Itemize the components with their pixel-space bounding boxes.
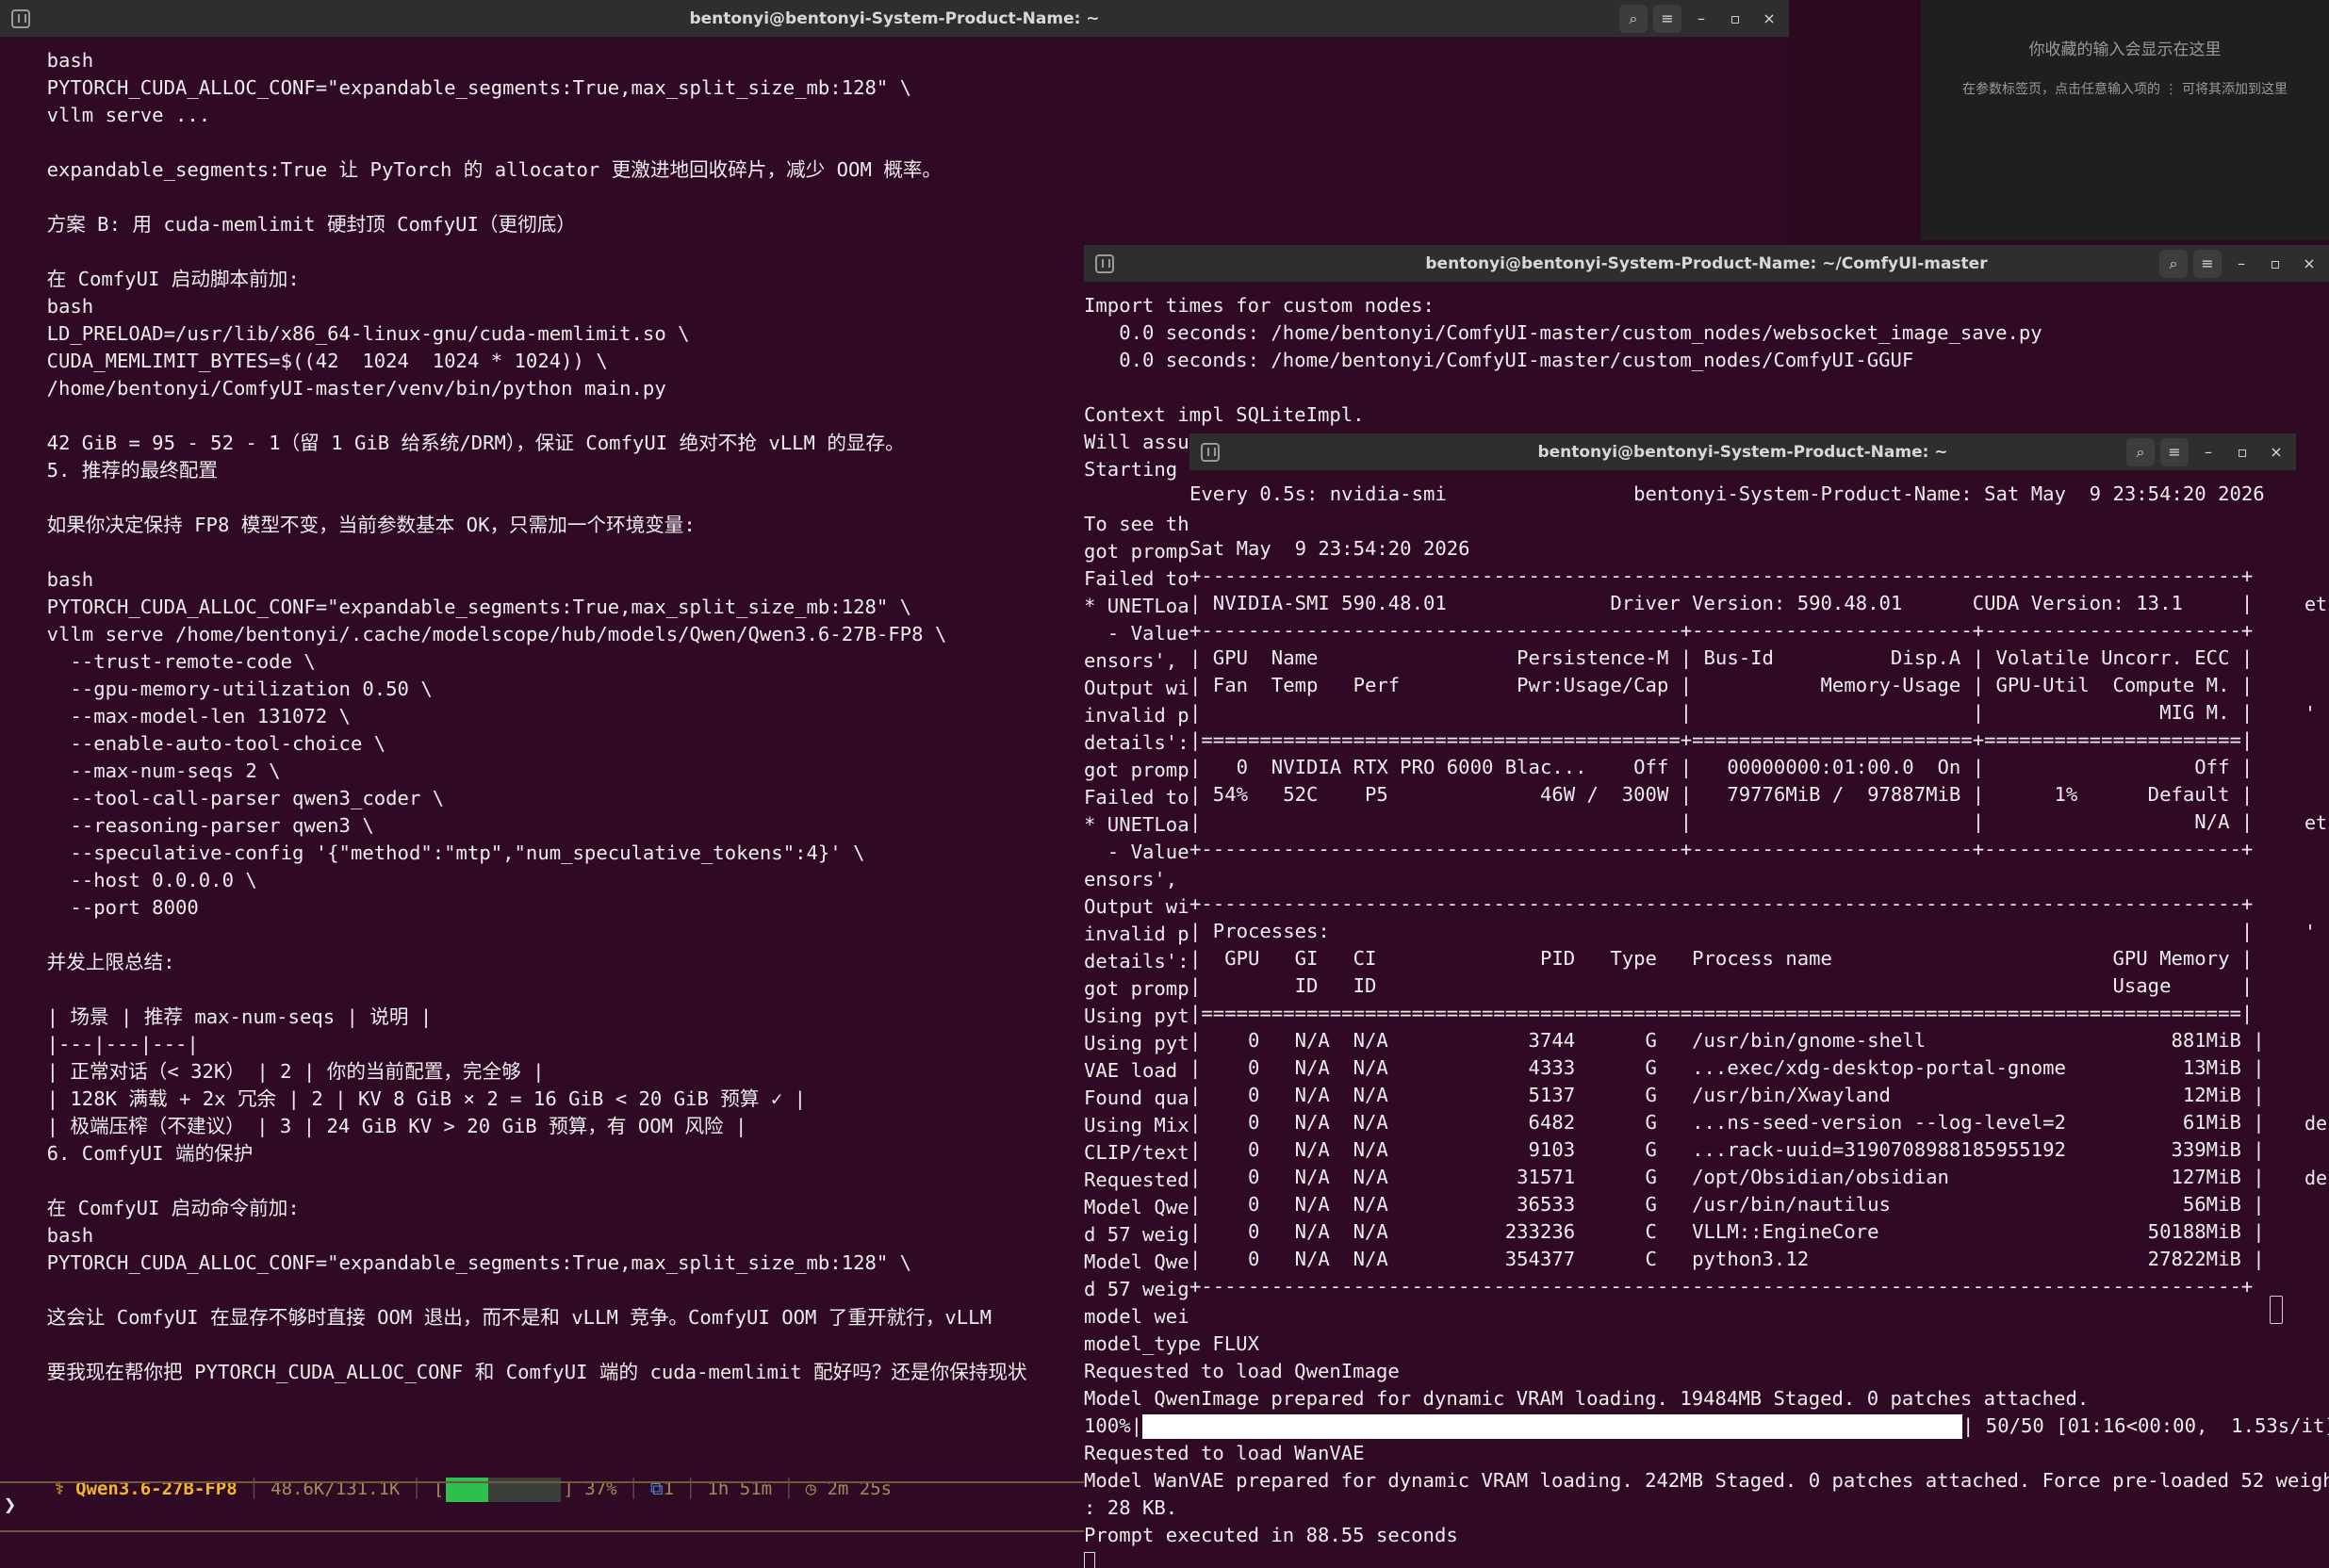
terminal-line: +---------------------------------------… — [1189, 838, 2254, 860]
terminal-line: | 0 N/A N/A 233236 C VLLM::EngineCore 50… — [1189, 1220, 2265, 1243]
context-percent: 37% — [584, 1478, 617, 1499]
elapsed-time: 2m 25s — [827, 1478, 893, 1499]
terminal-line: Every 0.5s: nvidia-smi bentonyi-System-P… — [1189, 482, 2265, 505]
favorites-panel: 你收藏的输入会显示在这里 在参数标签页，点击任意输入项的 ⋮ 可将其添加到这里 — [1921, 0, 2329, 240]
terminal-line: 0.0 seconds: /home/bentonyi/ComfyUI-mast… — [1084, 349, 1914, 371]
menu-icon[interactable]: ≡ — [2193, 250, 2222, 278]
terminal-line: | 54% 52C P5 46W / 300W | 79776MiB / 978… — [1189, 783, 2254, 806]
terminal-line: Import times for custom nodes: — [1084, 294, 1435, 317]
divider — [0, 1530, 1093, 1532]
close-button[interactable]: × — [2295, 250, 2323, 278]
clipped-char: ' — [2304, 702, 2317, 725]
clipped-char: et — [2304, 811, 2328, 834]
window-title: bentonyi@bentonyi-System-Product-Name: ~… — [1425, 254, 1988, 273]
favorites-empty-title: 你收藏的输入会显示在这里 — [2028, 41, 2222, 59]
scroll-indicator[interactable] — [2270, 1296, 2283, 1324]
terminal-line: | 0 N/A N/A 31571 G /opt/Obsidian/obsidi… — [1189, 1166, 2265, 1188]
terminal-line: 方案 B: 用 cuda-memlimit 硬封顶 ComfyUI（更彻底） — [0, 213, 576, 236]
terminal-line: PYTORCH_CUDA_ALLOC_CONF="expandable_segm… — [0, 76, 912, 99]
terminal-line: | | | N/A | — [1189, 810, 2254, 833]
title-bar[interactable]: bentonyi@bentonyi-System-Product-Name: ~… — [0, 0, 1789, 38]
terminal-line: |=======================================… — [1189, 1002, 2254, 1024]
clipped-char: de — [2304, 1112, 2328, 1135]
terminal-line: | | | MIG M. | — [1189, 701, 2254, 724]
terminal-line: Requested to load QwenImage — [1084, 1360, 1400, 1382]
maximize-button[interactable]: ▫ — [2261, 250, 2289, 278]
terminal-line: : 28 KB. — [1084, 1496, 1178, 1519]
terminal-line: | 0 N/A N/A 36533 G /usr/bin/nautilus 56… — [1189, 1193, 2265, 1216]
clipped-char: ' — [2304, 921, 2317, 943]
terminal-line: 0.0 seconds: /home/bentonyi/ComfyUI-mast… — [1084, 321, 2042, 344]
terminal-line: | 0 N/A N/A 3744 G /usr/bin/gnome-shell … — [1189, 1029, 2265, 1052]
terminal-line: | Fan Temp Perf Pwr:Usage/Cap | Memory-U… — [1189, 674, 2254, 696]
terminal-line: Model QwenImage prepared for dynamic VRA… — [1084, 1387, 2090, 1410]
close-button[interactable]: × — [2262, 438, 2290, 466]
task-count: 1 — [663, 1478, 675, 1499]
token-count: 48.6K/131.1K — [271, 1478, 401, 1499]
terminal-line: Prompt executed in 88.55 seconds — [1084, 1524, 1458, 1546]
terminal-line: bash — [0, 49, 94, 72]
terminal-line: | 0 N/A N/A 5137 G /usr/bin/Xwayland 12M… — [1189, 1084, 2265, 1106]
terminal-line: | GPU GI CI PID Type Process name GPU Me… — [1189, 947, 2254, 970]
terminal-line: | GPU Name Persistence-M | Bus-Id Disp.A… — [1189, 646, 2254, 669]
progress-suffix: | 50/50 [01:16<00:00, 1.53s/it] — [1962, 1414, 2329, 1437]
progress-line: 100%| | 50/50 [01:16<00:00, 1.53s/it] — [1084, 1413, 2329, 1440]
search-icon[interactable]: ⌕ — [1619, 5, 1648, 33]
terminal-line: | 0 N/A N/A 6482 G ...ns-seed-version --… — [1189, 1111, 2265, 1134]
terminal-window-nvidia-smi[interactable]: bentonyi@bentonyi-System-Product-Name: ~… — [1189, 433, 2296, 1329]
maximize-button[interactable]: ▫ — [2228, 438, 2256, 466]
terminal-line: |=======================================… — [1189, 728, 2254, 751]
terminal-line: +---------------------------------------… — [1189, 619, 2254, 642]
terminal-line: | 0 N/A N/A 9103 G ...rack-uuid=31907089… — [1189, 1138, 2265, 1161]
search-icon[interactable]: ⌕ — [2126, 438, 2155, 466]
terminal-line: expandable_segments:True 让 PyTorch 的 all… — [0, 158, 943, 181]
minimize-button[interactable]: – — [2227, 250, 2255, 278]
maximize-button[interactable]: ▫ — [1721, 5, 1749, 33]
terminal-line: | ID ID Usage | — [1189, 974, 2254, 997]
session-time: 1h 51m — [707, 1478, 773, 1499]
terminal-line: Requested to load WanVAE — [1084, 1442, 1365, 1464]
cursor-block — [1084, 1552, 1095, 1568]
favorites-empty-hint: 在参数标签页，点击任意输入项的 ⋮ 可将其添加到这里 — [1962, 82, 2288, 97]
terminal-line: model_type FLUX — [1084, 1332, 1259, 1355]
terminal-line: vllm serve ... — [0, 104, 211, 126]
terminal-line: Model WanVAE prepared for dynamic VRAM l… — [1084, 1469, 2329, 1492]
minimize-button[interactable]: – — [1687, 5, 1715, 33]
divider — [0, 1481, 1093, 1483]
terminal-line: | NVIDIA-SMI 590.48.01 Driver Version: 5… — [1189, 592, 2254, 614]
clock-icon: ◷ — [805, 1478, 828, 1499]
status-bar: ⚕ Qwen3.6-27B-FP8 │ 48.6K/131.1K │[] 37% │ ⧉1… — [0, 1432, 1084, 1502]
minimize-button[interactable]: – — [2194, 438, 2222, 466]
task-icon: ⧉ — [650, 1478, 664, 1499]
terminal-line: Sat May 9 23:54:20 2026 — [1189, 537, 1470, 560]
window-title: bentonyi@bentonyi-System-Product-Name: ~ — [689, 9, 1100, 28]
title-bar[interactable]: bentonyi@bentonyi-System-Product-Name: ~… — [1189, 433, 2296, 471]
terminal-line: | 0 N/A N/A 4333 G ...exec/xdg-desktop-p… — [1189, 1056, 2265, 1079]
terminal-line: +---------------------------------------… — [1189, 892, 2254, 915]
clipped-char: de — [2304, 1167, 2328, 1189]
title-bar[interactable]: bentonyi@bentonyi-System-Product-Name: ~… — [1084, 245, 2329, 283]
menu-icon[interactable]: ≡ — [2160, 438, 2189, 466]
terminal-line: +---------------------------------------… — [1189, 564, 2254, 587]
terminal-line: | 0 N/A N/A 354377 C python3.12 27822MiB… — [1189, 1248, 2265, 1270]
input-prompt[interactable]: ❯ — [4, 1494, 16, 1517]
terminal-line: | Processes: | — [1189, 920, 2254, 942]
terminal-line: +---------------------------------------… — [1189, 1275, 2254, 1298]
sampling-progress-bar — [1142, 1414, 1962, 1439]
terminal-line: | 0 NVIDIA RTX PRO 6000 Blac... Off | 00… — [1189, 756, 2254, 778]
menu-icon[interactable]: ≡ — [1653, 5, 1681, 33]
close-button[interactable]: × — [1755, 5, 1783, 33]
clipped-char: et — [2304, 593, 2328, 615]
progress-prefix: 100%| — [1084, 1414, 1142, 1437]
nvidia-smi-output[interactable]: Every 0.5s: nvidia-smi bentonyi-System-P… — [1189, 471, 2296, 1329]
terminal-line: Context impl SQLiteImpl. — [1084, 403, 1365, 426]
search-icon[interactable]: ⌕ — [2159, 250, 2188, 278]
